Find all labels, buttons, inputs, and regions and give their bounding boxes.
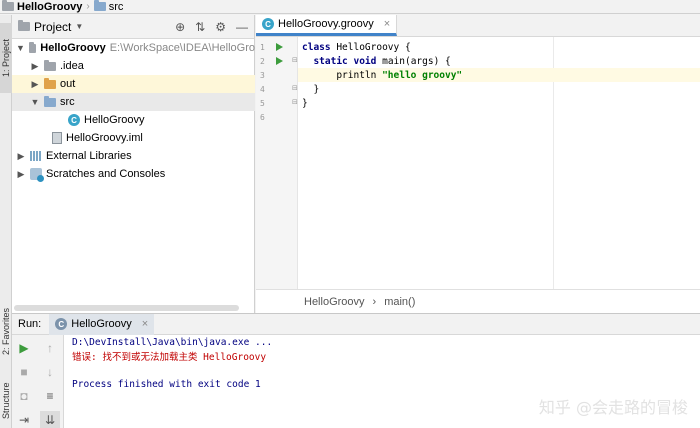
watermark: 知乎 @会走路的冒梭 bbox=[538, 398, 688, 417]
code-line[interactable] bbox=[298, 110, 700, 124]
code-line[interactable]: class HelloGroovy { bbox=[298, 40, 700, 54]
collapsed-arrow-icon[interactable]: ▶ bbox=[30, 79, 40, 90]
project-panel-header: Project ▼ ⊕ ⇅ ⚙ — bbox=[12, 15, 254, 39]
code-token: HelloGroovy { bbox=[336, 41, 411, 53]
breadcrumb-separator-icon: › bbox=[372, 295, 377, 308]
collapse-all-icon[interactable]: ⇅ bbox=[195, 20, 205, 34]
soft-wrap-icon[interactable]: ≡ bbox=[40, 387, 60, 405]
left-tool-strip: 1: Project 2: Favorites Structure bbox=[0, 15, 12, 428]
code-editor: C HelloGroovy.groovy × 1 2 3 4 5 6 ⊟ ⊟ ⊟ class H… bbox=[256, 15, 700, 313]
line-number: 3 bbox=[260, 70, 265, 80]
console-line: D:\DevInstall\Java\bin\java.exe ... bbox=[72, 336, 273, 348]
chevron-down-icon[interactable]: ▼ bbox=[75, 22, 83, 31]
project-panel: Project ▼ ⊕ ⇅ ⚙ — ▼ HelloGroovy E:\WorkS… bbox=[12, 15, 255, 313]
folder-icon bbox=[44, 59, 56, 71]
run-tab-hellogroovy[interactable]: C HelloGroovy × bbox=[49, 313, 155, 335]
code-content[interactable]: class HelloGroovy { static void main(arg… bbox=[298, 37, 700, 289]
scroll-to-end-icon[interactable]: ⇊ bbox=[40, 411, 60, 428]
down-arrow-icon[interactable]: ↓ bbox=[40, 363, 60, 381]
code-line[interactable]: println "hello groovy" bbox=[298, 68, 700, 82]
run-gutter-icon[interactable] bbox=[276, 43, 283, 51]
groovy-class-icon: C bbox=[262, 18, 274, 30]
tree-item-project-root[interactable]: ▼ HelloGroovy E:\WorkSpace\IDEA\HelloGro bbox=[12, 39, 255, 57]
code-token: } bbox=[302, 97, 308, 109]
code-token: } bbox=[302, 83, 320, 95]
source-folder-icon bbox=[44, 95, 56, 107]
stop-icon[interactable]: ■ bbox=[14, 363, 34, 381]
project-folder-icon bbox=[2, 0, 14, 11]
breadcrumb-project[interactable]: HelloGroovy bbox=[2, 0, 82, 13]
tree-item-external-libraries[interactable]: ▶ External Libraries bbox=[12, 147, 255, 165]
code-token: main(args) { bbox=[382, 55, 451, 67]
project-path: E:\WorkSpace\IDEA\HelloGro bbox=[109, 42, 255, 54]
source-folder-icon bbox=[93, 0, 106, 11]
groovy-class-icon: C bbox=[68, 114, 80, 126]
side-tab-project[interactable]: 1: Project bbox=[0, 23, 12, 93]
run-panel-header: Run: C HelloGroovy × bbox=[12, 313, 700, 335]
locate-icon[interactable]: ⊕ bbox=[175, 20, 185, 34]
fold-marker-icon[interactable]: ⊟ bbox=[292, 98, 298, 106]
editor-tab-bar: C HelloGroovy.groovy × bbox=[256, 15, 700, 37]
breadcrumb-src[interactable]: src bbox=[93, 0, 123, 13]
collapsed-arrow-icon[interactable]: ▶ bbox=[30, 61, 40, 72]
fold-marker-icon[interactable]: ⊟ bbox=[292, 84, 298, 92]
editor-breadcrumb: HelloGroovy › main() bbox=[256, 289, 700, 313]
collapsed-arrow-icon[interactable]: ▶ bbox=[16, 151, 26, 162]
hide-icon[interactable]: — bbox=[236, 20, 248, 34]
tree-item-src[interactable]: ▼ src bbox=[12, 93, 255, 111]
breadcrumb-separator-icon: › bbox=[86, 1, 90, 12]
gear-icon[interactable]: ⚙ bbox=[215, 20, 226, 34]
fold-marker-icon[interactable]: ⊟ bbox=[292, 56, 298, 64]
code-token: class bbox=[302, 41, 337, 53]
tree-item-out[interactable]: ▶ out bbox=[12, 75, 255, 93]
side-tab-favorites[interactable]: 2: Favorites bbox=[0, 303, 12, 359]
up-arrow-icon[interactable]: ↑ bbox=[40, 339, 60, 357]
console-line: Process finished with exit code 1 bbox=[72, 378, 261, 390]
code-line[interactable]: } bbox=[298, 96, 700, 110]
camera-icon[interactable]: ◘ bbox=[14, 387, 34, 405]
run-label: Run: bbox=[18, 318, 42, 330]
run-tool-window: Run: C HelloGroovy × ▶ ↑ ■ ↓ ◘ ≡ ⇥ ⇊ D:\… bbox=[12, 313, 700, 428]
code-line[interactable]: static void main(args) { bbox=[298, 54, 700, 68]
run-gutter-icon[interactable] bbox=[276, 57, 283, 65]
scratches-icon bbox=[30, 168, 44, 182]
project-view-selector[interactable]: Project bbox=[34, 20, 71, 34]
close-icon[interactable]: × bbox=[142, 318, 148, 330]
tree-item-iml[interactable]: HelloGroovy.iml bbox=[12, 129, 255, 147]
code-token: println bbox=[302, 69, 383, 81]
module-file-icon bbox=[52, 132, 62, 144]
library-icon bbox=[30, 151, 42, 161]
tree-item-hellogroovy-class[interactable]: C HelloGroovy bbox=[12, 111, 255, 129]
tab-hellogroovy-groovy[interactable]: C HelloGroovy.groovy × bbox=[256, 15, 398, 36]
project-view-icon bbox=[18, 20, 30, 31]
tree-item-idea[interactable]: ▶ .idea bbox=[12, 57, 255, 75]
line-number: 6 bbox=[260, 112, 265, 122]
close-icon[interactable]: × bbox=[384, 18, 390, 30]
code-token: "hello groovy" bbox=[382, 69, 463, 81]
module-folder-icon bbox=[28, 41, 37, 53]
run-config-icon: C bbox=[55, 318, 68, 330]
console-line: 错误: 找不到或无法加载主类 HelloGroovy bbox=[72, 352, 267, 363]
login-icon[interactable]: ⇥ bbox=[14, 411, 34, 428]
collapsed-arrow-icon[interactable]: ▶ bbox=[16, 169, 26, 180]
rerun-icon[interactable]: ▶ bbox=[14, 339, 34, 357]
tree-item-scratches[interactable]: ▶ Scratches and Consoles bbox=[12, 165, 255, 183]
navigation-breadcrumb: HelloGroovy › src bbox=[0, 0, 700, 14]
code-line[interactable]: } bbox=[298, 82, 700, 96]
crumb-class[interactable]: HelloGroovy bbox=[304, 296, 365, 308]
side-tab-structure[interactable]: Structure bbox=[0, 377, 12, 425]
code-token: static void bbox=[313, 55, 383, 67]
output-folder-icon bbox=[44, 77, 56, 89]
expanded-arrow-icon[interactable]: ▼ bbox=[16, 43, 25, 53]
horizontal-scrollbar[interactable] bbox=[14, 305, 239, 311]
run-toolbar: ▶ ↑ ■ ↓ ◘ ≡ ⇥ ⇊ bbox=[12, 335, 64, 428]
crumb-method[interactable]: main() bbox=[384, 296, 415, 308]
expanded-arrow-icon[interactable]: ▼ bbox=[30, 97, 40, 107]
